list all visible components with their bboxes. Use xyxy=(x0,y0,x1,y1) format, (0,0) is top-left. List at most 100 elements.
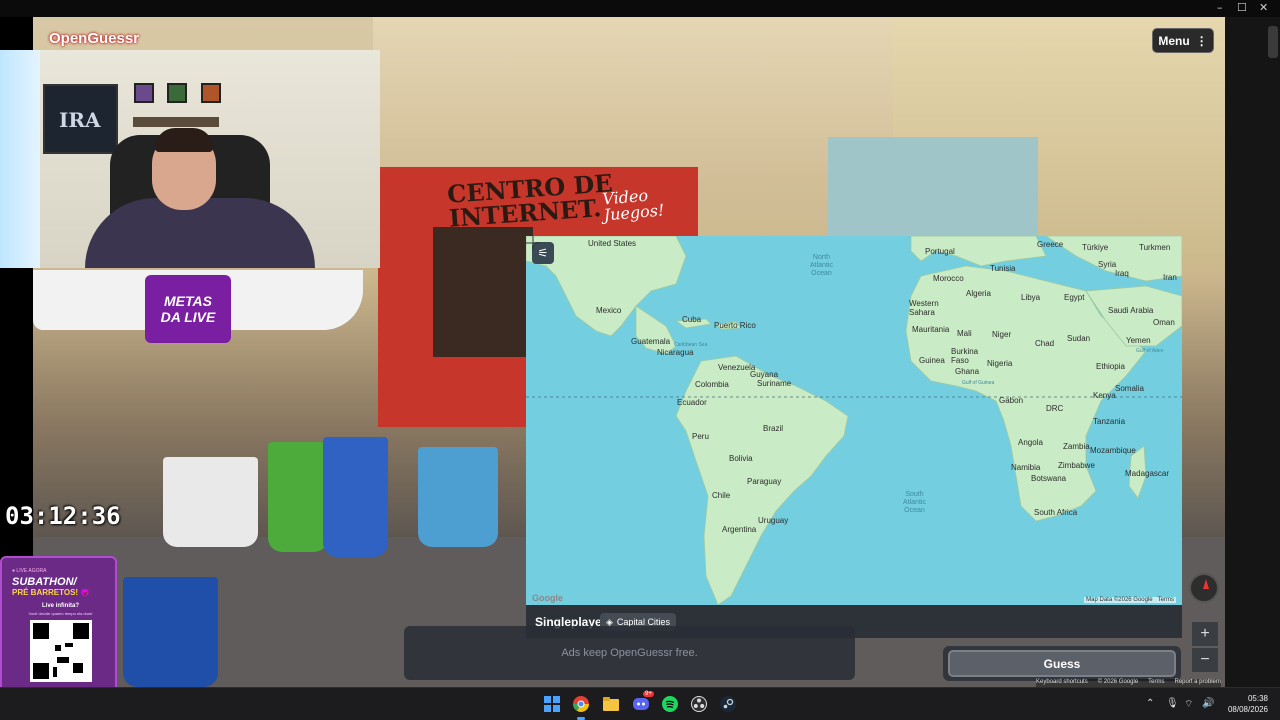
ocean-label: Gulf of Guinea xyxy=(962,380,995,386)
notification-badge: 9+ xyxy=(643,691,654,697)
shop-door xyxy=(433,227,533,357)
country-label: Puerto Rico xyxy=(714,321,756,330)
country-label: Turkmen xyxy=(1139,243,1171,252)
country-label: Algeria xyxy=(966,289,991,298)
obs-icon[interactable] xyxy=(689,694,709,714)
country-label: Namibia xyxy=(1011,463,1041,472)
windows-start-icon[interactable] xyxy=(542,694,562,714)
basket-stack xyxy=(268,442,328,552)
country-label: Ghana xyxy=(955,367,980,376)
country-label: Türkiye xyxy=(1082,243,1109,252)
zoom-out-button[interactable]: − xyxy=(1192,648,1218,672)
keyboard-shortcuts-link[interactable]: Keyboard shortcuts xyxy=(1036,679,1088,687)
report-problem-link[interactable]: Report a problem xyxy=(1175,679,1221,687)
country-label: Suriname xyxy=(757,379,792,388)
map-land xyxy=(526,236,1182,605)
webcam-feed: IRA xyxy=(0,50,380,268)
microphone-icon[interactable]: 🎙 xyxy=(1166,698,1179,709)
close-button[interactable]: ✕ xyxy=(1259,1,1268,14)
country-label: Ecuador xyxy=(677,398,707,407)
country-label: Egypt xyxy=(1064,293,1085,302)
stream-timer: 03:12:36 xyxy=(5,502,121,530)
country-label: Angola xyxy=(1018,438,1043,447)
map-attribution: Map Data ©2026 Google Terms xyxy=(1084,597,1176,603)
country-label: Yemen xyxy=(1126,336,1151,345)
country-label: Morocco xyxy=(933,274,964,283)
country-label: Bolivia xyxy=(729,454,753,463)
menu-button[interactable]: Menu ⋮ xyxy=(1152,28,1214,53)
guess-map[interactable]: United States Mexico Cuba Puerto Rico Gu… xyxy=(526,236,1182,605)
country-label: Burkina Faso xyxy=(951,347,979,365)
country-label: Uruguay xyxy=(758,516,789,525)
country-label: Iraq xyxy=(1115,269,1129,278)
file-explorer-icon[interactable] xyxy=(601,694,621,714)
google-logo: Google xyxy=(532,593,563,603)
chrome-icon[interactable] xyxy=(571,694,591,714)
country-label: Colombia xyxy=(695,380,729,389)
country-label: Libya xyxy=(1021,293,1041,302)
plastic-bags xyxy=(163,457,258,547)
wall-frame xyxy=(201,83,221,103)
country-label: Cuba xyxy=(682,315,702,324)
country-label: Gabon xyxy=(999,396,1024,405)
ocean-label: Caribbean Sea xyxy=(674,342,708,348)
system-clock[interactable]: 05:38 08/08/2026 xyxy=(1222,693,1268,715)
country-label: Peru xyxy=(692,432,709,441)
taskbar: 9+ ⌃ 🎙 ⌔ 🔊 05:38 08/08/2026 xyxy=(0,687,1280,720)
country-label: Somalia xyxy=(1115,384,1144,393)
clock-time: 05:38 xyxy=(1247,694,1268,703)
wall-shelf xyxy=(133,117,219,127)
live-label: ● LIVE AGORA xyxy=(12,568,47,574)
subathon-subtitle: PRÉ BARRETOS! 😈 xyxy=(12,588,91,597)
country-label: Sudan xyxy=(1067,334,1091,343)
country-label: Zambia xyxy=(1063,442,1090,451)
country-label: Mauritania xyxy=(912,325,950,334)
barrel xyxy=(123,577,218,687)
ocean-label: Gulf of Aden xyxy=(1136,348,1164,354)
country-label: United States xyxy=(588,239,637,248)
country-label: Mozambique xyxy=(1090,446,1136,455)
more-vertical-icon: ⋮ xyxy=(1195,33,1208,48)
street-sign-text: Video Juegos! xyxy=(601,185,666,225)
steam-icon[interactable] xyxy=(718,694,738,714)
subathon-line: Live infinita? xyxy=(42,603,80,609)
clock-date: 08/08/2026 xyxy=(1227,705,1268,714)
country-label: South Africa xyxy=(1034,508,1078,517)
wall-frame xyxy=(167,83,187,103)
qr-code xyxy=(30,620,92,682)
screen: – ☐ ✕ CENTRO DE INTERNET. Video Juegos! … xyxy=(0,0,1280,720)
scrollbar-thumb[interactable] xyxy=(1268,26,1278,58)
compass-icon[interactable] xyxy=(1189,573,1219,603)
streamer-hair xyxy=(155,128,213,152)
street-sign-text: CENTRO DE INTERNET. xyxy=(446,168,614,233)
country-label: Syria xyxy=(1098,260,1117,269)
basket-stack xyxy=(418,447,498,547)
country-label: Brazil xyxy=(763,424,784,433)
country-label: Chile xyxy=(712,491,731,500)
terms-link[interactable]: Terms xyxy=(1158,597,1174,603)
country-label: Argentina xyxy=(722,525,757,534)
country-label: Niger xyxy=(992,330,1012,339)
spotify-icon[interactable] xyxy=(660,694,680,714)
maximize-button[interactable]: ☐ xyxy=(1237,1,1247,14)
subathon-title: SUBATHON/ xyxy=(12,576,77,588)
country-label: Madagascar xyxy=(1125,469,1170,478)
minimize-button[interactable]: – xyxy=(1217,1,1223,14)
country-label: Mali xyxy=(957,329,972,338)
discord-icon[interactable]: 9+ xyxy=(631,691,654,714)
volume-icon[interactable]: 🔊 xyxy=(1202,698,1214,709)
side-gutter xyxy=(1225,17,1280,687)
network-icon[interactable]: ⌔ xyxy=(1184,698,1193,711)
country-label: Western Sahara xyxy=(909,299,939,317)
country-label: Chad xyxy=(1035,339,1055,348)
country-label: Zimbabwe xyxy=(1058,461,1095,470)
guess-button[interactable]: Guess xyxy=(948,650,1176,677)
window-titlebar: – ☐ ✕ xyxy=(0,0,1280,17)
chevron-up-icon[interactable]: ⌃ xyxy=(1146,698,1154,709)
attribution-text: Map Data ©2026 Google xyxy=(1086,597,1153,603)
country-label: Guinea xyxy=(919,356,945,365)
country-label: Kenya xyxy=(1093,391,1116,400)
zoom-in-button[interactable]: + xyxy=(1192,622,1218,646)
country-label: Botswana xyxy=(1031,474,1067,483)
terms-link[interactable]: Terms xyxy=(1148,679,1164,687)
